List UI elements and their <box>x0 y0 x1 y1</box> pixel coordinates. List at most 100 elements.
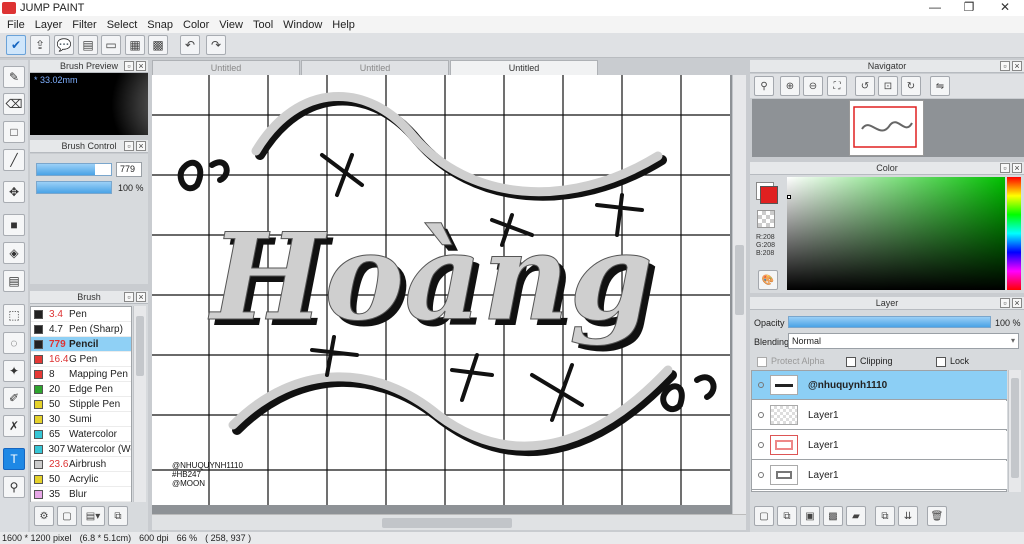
brush-item[interactable]: 50 Acrylic <box>31 472 131 487</box>
new-layer-button[interactable]: ▢ <box>754 506 774 526</box>
merge-layer-button[interactable]: ⇊ <box>898 506 918 526</box>
popout-icon[interactable]: ▫ <box>124 61 134 71</box>
navigator-thumbnail[interactable] <box>849 100 924 156</box>
visibility-icon[interactable] <box>758 472 764 478</box>
clipping-checkbox[interactable] <box>846 356 856 367</box>
brush-copy-button[interactable]: ⧉ <box>108 506 128 526</box>
line-tool[interactable]: ╱ <box>3 149 25 171</box>
tab-untitled-2[interactable]: Untitled <box>301 60 449 75</box>
popout-icon[interactable]: ▫ <box>124 292 134 302</box>
fit-button[interactable]: ⛶ <box>827 76 847 96</box>
zoom-in-button[interactable]: ⊕ <box>780 76 800 96</box>
menu-view[interactable]: View <box>214 19 248 31</box>
canvas-vertical-scrollbar[interactable] <box>732 75 746 514</box>
brush-size-slider[interactable] <box>36 163 112 176</box>
select-eraser-tool[interactable]: ✗ <box>3 415 25 437</box>
rotate-reset-button[interactable]: ⊡ <box>878 76 898 96</box>
clipping-option[interactable]: Clipping <box>846 356 893 367</box>
popout-icon[interactable]: ▫ <box>1000 298 1010 308</box>
transparent-color-swatch[interactable] <box>757 210 775 228</box>
flip-button[interactable]: ⇋ <box>930 76 950 96</box>
document-button[interactable]: ▦ <box>125 35 145 55</box>
canvas-page[interactable]: Hoàng Hoàng @NHUQUYNH1110 #HB247 @MOON <box>152 75 730 505</box>
scroll-thumb[interactable] <box>735 245 744 315</box>
brush-settings-button[interactable]: ⚙ <box>34 506 54 526</box>
protect-alpha-checkbox[interactable] <box>757 356 767 367</box>
brush-tool[interactable]: ✎ <box>3 66 25 88</box>
zoom-out-button[interactable]: ⊖ <box>803 76 823 96</box>
rotate-right-button[interactable]: ↻ <box>901 76 921 96</box>
redo-button[interactable]: ↷ <box>206 35 226 55</box>
brush-item[interactable]: 30 Sumi <box>31 412 131 427</box>
delete-layer-button[interactable]: 🗑 <box>927 506 947 526</box>
brush-item[interactable]: 65 Watercolor <box>31 427 131 442</box>
brush-item[interactable]: 50 Stipple Pen <box>31 397 131 412</box>
lock-option[interactable]: Lock <box>936 356 969 367</box>
maximize-button[interactable]: ❐ <box>952 0 986 16</box>
menu-window[interactable]: Window <box>278 19 327 31</box>
text-tool[interactable]: T <box>3 448 25 470</box>
close-panel-icon[interactable]: × <box>1012 298 1022 308</box>
color-picker-cursor[interactable] <box>787 195 791 199</box>
menu-filter[interactable]: Filter <box>67 19 101 31</box>
menu-layer[interactable]: Layer <box>30 19 68 31</box>
eraser-tool[interactable]: ⌫ <box>3 93 25 115</box>
lasso-tool[interactable]: ◌ <box>3 332 25 354</box>
duplicate-layer-button[interactable]: ⧉ <box>875 506 895 526</box>
menu-snap[interactable]: Snap <box>142 19 178 31</box>
blending-select[interactable]: Normal ▾ <box>788 333 1019 349</box>
layer-row[interactable]: Layer1 <box>752 461 1007 490</box>
folder-button[interactable]: ▰ <box>846 506 866 526</box>
layer-list-scrollbar[interactable] <box>1008 370 1021 492</box>
new-folder-layer-button[interactable]: ⧉ <box>777 506 797 526</box>
menu-file[interactable]: File <box>2 19 30 31</box>
scroll-thumb[interactable] <box>136 316 144 376</box>
visibility-icon[interactable] <box>758 412 764 418</box>
gradient-tool[interactable]: ▤ <box>3 270 25 292</box>
zoom-button[interactable]: ⚲ <box>754 76 774 96</box>
brush-item[interactable]: 779 Pencil <box>31 337 131 352</box>
page-button[interactable]: ▭ <box>101 35 121 55</box>
scroll-thumb[interactable] <box>1011 378 1019 478</box>
undo-button[interactable]: ↶ <box>180 35 200 55</box>
close-panel-icon[interactable]: × <box>136 292 146 302</box>
brush-menu-button[interactable]: ▤▾ <box>81 506 105 526</box>
select-rect-tool[interactable]: ⬚ <box>3 304 25 326</box>
close-panel-icon[interactable]: × <box>1012 163 1022 173</box>
brush-list-scrollbar[interactable] <box>133 306 146 502</box>
message-button[interactable]: ▤ <box>78 35 98 55</box>
bucket-tool[interactable]: ◈ <box>3 242 25 264</box>
brush-size-input[interactable]: 779 <box>116 162 142 177</box>
brush-item[interactable]: 307 Watercolor (We <box>31 442 131 457</box>
scroll-thumb[interactable] <box>382 518 512 528</box>
close-panel-icon[interactable]: × <box>1012 61 1022 71</box>
popout-icon[interactable]: ▫ <box>124 141 134 151</box>
layer-opacity-slider[interactable] <box>788 316 991 328</box>
halftone-layer-button[interactable]: ▩ <box>823 506 843 526</box>
palette-button[interactable]: 🎨 <box>758 270 778 290</box>
brush-item[interactable]: 3.4 Pen <box>31 307 131 322</box>
menu-tool[interactable]: Tool <box>248 19 278 31</box>
popout-icon[interactable]: ▫ <box>1000 163 1010 173</box>
eyedropper-tool[interactable]: ⚲ <box>3 476 25 498</box>
hue-slider[interactable] <box>1007 177 1021 290</box>
share-button[interactable]: ⇪ <box>30 35 50 55</box>
layer-row[interactable]: Layer1 <box>752 401 1007 430</box>
close-button[interactable]: ✕ <box>988 0 1022 16</box>
popout-icon[interactable]: ▫ <box>1000 61 1010 71</box>
close-panel-icon[interactable]: × <box>136 141 146 151</box>
menu-color[interactable]: Color <box>178 19 214 31</box>
brush-item[interactable]: 16.4 G Pen <box>31 352 131 367</box>
lock-checkbox[interactable] <box>936 356 946 367</box>
comment-button[interactable]: 💬 <box>54 35 74 55</box>
brush-item[interactable]: 8 Mapping Pen <box>31 367 131 382</box>
tab-untitled-3[interactable]: Untitled <box>450 60 598 75</box>
move-tool[interactable]: ✥ <box>3 181 25 203</box>
canvas-horizontal-scrollbar[interactable] <box>152 514 746 530</box>
color-saturation-value-picker[interactable] <box>787 177 1005 290</box>
select-pen-tool[interactable]: ✐ <box>3 387 25 409</box>
grid-button[interactable]: ▩ <box>148 35 168 55</box>
visibility-icon[interactable] <box>758 382 764 388</box>
rectangle-tool[interactable]: □ <box>3 121 25 143</box>
visibility-icon[interactable] <box>758 442 764 448</box>
